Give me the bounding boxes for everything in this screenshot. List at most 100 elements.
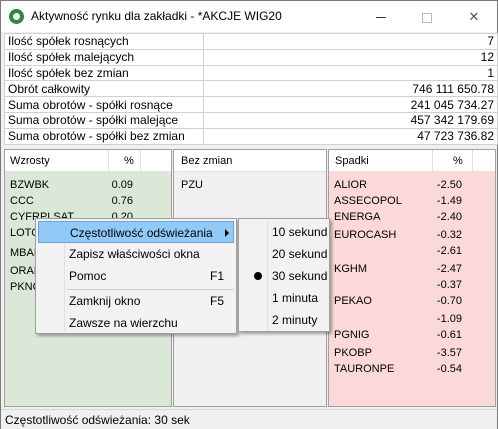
close-button[interactable]: ✕ bbox=[451, 1, 497, 32]
menu-item-label: Zawsze na wierzchu bbox=[69, 316, 178, 330]
list-item[interactable]: BZWBK 0.09 bbox=[5, 177, 133, 193]
unchanged-header: Bez zmian bbox=[174, 150, 326, 172]
submenu-item-label: 20 sekund bbox=[272, 247, 328, 261]
menu-item-close-window[interactable]: Zamknij okno F5 bbox=[38, 290, 234, 312]
window-title: Aktywność rynku dla zakładki - *AKCJE WI… bbox=[31, 9, 282, 23]
list-item[interactable]: -0.37 bbox=[329, 277, 462, 293]
menu-item-label: Pomoc bbox=[69, 269, 107, 283]
gainers-title: Wzrosty bbox=[10, 155, 50, 167]
ticker: KGHM bbox=[334, 263, 367, 275]
summary-value: 457 342 179.69 bbox=[202, 111, 498, 129]
list-item[interactable]: -2.61 bbox=[329, 243, 462, 259]
summary-row: Suma obrotów - spółki malejące 457 342 17… bbox=[4, 111, 498, 129]
menu-item-refresh-rate[interactable]: Częstotliwość odświeżania bbox=[38, 221, 234, 243]
submenu-item-2min[interactable]: 2 minuty bbox=[241, 309, 327, 331]
summary-value: 12 bbox=[202, 48, 498, 66]
ticker: PZU bbox=[181, 179, 203, 191]
status-text: Częstotliwość odświeżania: 30 sek bbox=[5, 413, 190, 427]
menu-item-label: Częstotliwość odświeżania bbox=[70, 226, 213, 240]
ticker: ASSECOPOL bbox=[334, 195, 402, 207]
submenu-item-10s[interactable]: 10 sekund bbox=[241, 221, 327, 243]
change-pct: -1.09 bbox=[436, 313, 462, 325]
pct-column-header: % bbox=[124, 155, 134, 167]
change-pct: -1.49 bbox=[436, 195, 462, 207]
ticker: CCC bbox=[10, 195, 34, 207]
gainers-header: Wzrosty % bbox=[5, 150, 171, 172]
ticker: PKOBP bbox=[334, 347, 372, 359]
summary-value: 241 045 734.27 bbox=[202, 96, 498, 113]
list-item[interactable]: PGNIG -0.61 bbox=[329, 327, 462, 343]
list-item[interactable]: ASSECOPOL -1.49 bbox=[329, 193, 462, 209]
unchanged-title: Bez zmian bbox=[181, 155, 233, 167]
list-item[interactable]: PEKAO -0.70 bbox=[329, 293, 462, 309]
summary-table: Ilość spółek rosnących 7 Ilość spółek mal… bbox=[4, 33, 498, 145]
submenu-item-20s[interactable]: 20 sekund bbox=[241, 243, 327, 265]
column-divider bbox=[140, 150, 141, 172]
change-pct: -0.70 bbox=[436, 295, 462, 307]
menu-item-label: Zamknij okno bbox=[69, 294, 141, 308]
summary-label: Ilość spółek bez zmian bbox=[4, 64, 204, 82]
list-item[interactable]: KGHM -2.47 bbox=[329, 261, 462, 277]
summary-label: Ilość spółek malejących bbox=[4, 48, 204, 66]
submenu-item-label: 2 minuty bbox=[272, 313, 318, 327]
submenu-item-30s[interactable]: 30 sekund bbox=[241, 265, 327, 287]
menu-item-always-on-top[interactable]: Zawsze na wierzchu bbox=[38, 312, 234, 334]
change-pct: 0.09 bbox=[111, 179, 133, 191]
submenu-item-1min[interactable]: 1 minuta bbox=[241, 287, 327, 309]
ticker: ALIOR bbox=[334, 179, 368, 191]
submenu-item-label: 30 sekund bbox=[272, 269, 328, 283]
summary-row: Obrót całkowity 746 111 650.78 bbox=[4, 80, 498, 98]
summary-row: Ilość spółek rosnących 7 bbox=[4, 33, 498, 50]
list-item[interactable]: PKOBP -3.57 bbox=[329, 345, 462, 361]
ticker: EUROCASH bbox=[334, 229, 397, 241]
change-pct: -0.54 bbox=[436, 363, 462, 375]
selected-bullet-icon bbox=[254, 272, 262, 280]
maximize-button bbox=[404, 1, 450, 32]
losers-panel[interactable]: Spadki % ALIOR -2.50 ASSECOPOL -1.49 ENERG… bbox=[328, 149, 496, 407]
summary-value: 7 bbox=[202, 33, 498, 50]
ticker: ENERGA bbox=[334, 211, 381, 223]
change-pct: -2.47 bbox=[436, 263, 462, 275]
list-item[interactable]: EUROCASH -0.32 bbox=[329, 227, 462, 243]
list-item[interactable]: -1.09 bbox=[329, 311, 462, 327]
change-pct: -0.32 bbox=[436, 229, 462, 241]
losers-title: Spadki bbox=[335, 155, 369, 167]
menu-shortcut: F1 bbox=[209, 269, 224, 283]
change-pct: -2.40 bbox=[436, 211, 462, 223]
menu-shortcut: F5 bbox=[209, 294, 224, 308]
context-menu: Częstotliwość odświeżania Zapisz właściw… bbox=[35, 218, 237, 334]
summary-label: Suma obrotów - spółki bez zmian bbox=[4, 127, 204, 145]
status-bar: Częstotliwość odświeżania: 30 sek bbox=[1, 409, 497, 429]
change-pct: -2.61 bbox=[436, 245, 462, 257]
menu-item-save-window[interactable]: Zapisz właściwości okna bbox=[38, 243, 234, 265]
refresh-submenu: 10 sekund 20 sekund 30 sekund 1 minuta 2… bbox=[238, 218, 330, 332]
minimize-icon bbox=[376, 17, 386, 19]
title-bar[interactable]: Aktywność rynku dla zakładki - *AKCJE WI… bbox=[1, 1, 497, 32]
summary-row: Ilość spółek malejących 12 bbox=[4, 48, 498, 66]
app-window: Aktywność rynku dla zakładki - *AKCJE WI… bbox=[0, 0, 498, 429]
menu-item-help[interactable]: Pomoc F1 bbox=[38, 265, 234, 287]
ticker: TAURONPE bbox=[334, 363, 395, 375]
list-item[interactable]: PZU bbox=[174, 177, 324, 193]
submenu-item-label: 10 sekund bbox=[272, 225, 328, 239]
summary-label: Obrót całkowity bbox=[4, 80, 204, 98]
summary-value: 1 bbox=[202, 64, 498, 82]
list-item[interactable]: CCC 0.76 bbox=[5, 193, 133, 209]
app-icon bbox=[9, 9, 24, 24]
summary-row: Suma obrotów - spółki rosnące 241 045 734… bbox=[4, 96, 498, 113]
summary-value: 47 723 736.82 bbox=[202, 127, 498, 145]
list-item[interactable]: ALIOR -2.50 bbox=[329, 177, 462, 193]
summary-label: Ilość spółek rosnących bbox=[4, 33, 204, 50]
column-divider bbox=[432, 150, 433, 172]
ticker: PGNIG bbox=[334, 329, 370, 341]
list-item[interactable]: TAURONPE -0.54 bbox=[329, 361, 462, 377]
minimize-button[interactable] bbox=[358, 1, 404, 32]
list-item[interactable]: ENERGA -2.40 bbox=[329, 209, 462, 225]
menu-item-label: Zapisz właściwości okna bbox=[69, 247, 200, 261]
change-pct: -0.37 bbox=[436, 279, 462, 291]
close-icon: ✕ bbox=[468, 9, 480, 24]
ticker: PEKAO bbox=[334, 295, 372, 307]
summary-value: 746 111 650.78 bbox=[202, 80, 498, 98]
pct-column-header: % bbox=[453, 155, 463, 167]
summary-label: Suma obrotów - spółki malejące bbox=[4, 111, 204, 129]
